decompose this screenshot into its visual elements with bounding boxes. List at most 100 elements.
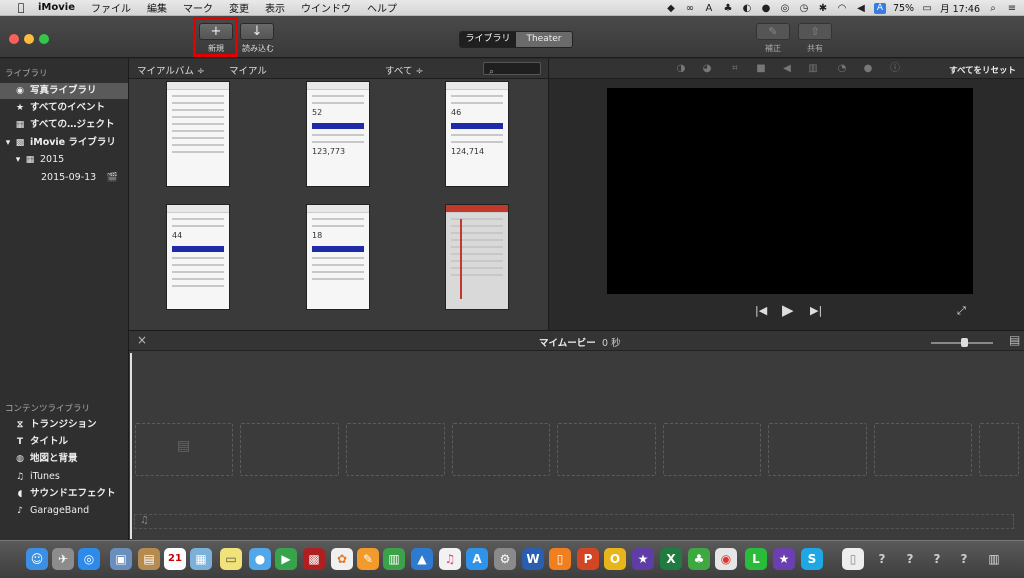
document-icon[interactable]: ▯: [842, 548, 864, 570]
trash-icon[interactable]: ▥: [983, 548, 1005, 570]
play-icon[interactable]: ▶: [782, 301, 794, 319]
tab-theater[interactable]: Theater: [516, 32, 572, 47]
sidebar-item-all-events[interactable]: ★ すべてのイベント: [0, 100, 128, 116]
sidebar-item-itunes[interactable]: ♫ iTunes: [0, 469, 128, 485]
stickies-icon[interactable]: ▭: [220, 548, 242, 570]
speed-icon[interactable]: ◔: [836, 63, 848, 75]
unknown-app-icon[interactable]: ?: [871, 548, 893, 570]
menu-file[interactable]: ファイル: [91, 0, 131, 15]
skip-back-icon[interactable]: |◀: [755, 304, 767, 317]
chrome-icon[interactable]: ◉: [715, 548, 737, 570]
stabilization-icon[interactable]: ■: [755, 63, 767, 75]
unknown-app-icon[interactable]: ?: [926, 548, 948, 570]
sidebar-item-imovie-library[interactable]: ▾ ▩ iMovie ライブラリ: [0, 135, 128, 151]
close-icon[interactable]: ×: [137, 333, 147, 347]
sidebar-item-event-2015-09-13[interactable]: 2015-09-13 🎬: [0, 170, 128, 186]
shield-icon[interactable]: ◐: [741, 3, 753, 14]
safari-icon[interactable]: ◎: [78, 548, 100, 570]
sidebar-item-2015[interactable]: ▾ ▦ 2015: [0, 152, 128, 168]
numbers-icon[interactable]: ▥: [383, 548, 405, 570]
pages-icon[interactable]: ✎: [357, 548, 379, 570]
skype-icon[interactable]: S: [801, 548, 823, 570]
sidebar-item-titles[interactable]: T タイトル: [0, 434, 128, 450]
photo-booth-icon[interactable]: ▩: [303, 548, 325, 570]
zoom-window-button[interactable]: [39, 34, 49, 44]
crop-icon[interactable]: ⌗: [729, 63, 741, 75]
spotlight-icon[interactable]: ⌕: [987, 3, 999, 14]
app-menu[interactable]: iMovie: [38, 2, 75, 13]
menu-help[interactable]: ヘルプ: [367, 0, 397, 15]
color-correction-icon[interactable]: ◕: [701, 63, 713, 75]
photo-thumbnail[interactable]: 18: [306, 204, 370, 310]
subalbum-label[interactable]: マイアル: [229, 63, 267, 77]
menu-modify[interactable]: 変更: [229, 0, 249, 15]
finder-icon[interactable]: ☺: [26, 548, 48, 570]
sidebar-item-maps-backgrounds[interactable]: ◍ 地図と背景: [0, 451, 128, 467]
photo-thumbnail[interactable]: 52 123,773: [306, 81, 370, 187]
photo-thumbnail[interactable]: [166, 81, 230, 187]
menu-edit[interactable]: 編集: [147, 0, 167, 15]
time-machine-icon[interactable]: ◷: [798, 3, 810, 14]
sidebar-item-garageband[interactable]: ♪ GarageBand: [0, 503, 128, 519]
new-button[interactable]: +: [199, 23, 233, 40]
search-input[interactable]: ⌕: [483, 62, 541, 77]
line-icon[interactable]: L: [745, 548, 767, 570]
itunes-icon[interactable]: ♫: [439, 548, 461, 570]
imovie-icon[interactable]: ★: [632, 548, 654, 570]
app-store-icon[interactable]: A: [466, 548, 488, 570]
photos-app-icon[interactable]: ✿: [331, 548, 353, 570]
iphoto-icon[interactable]: ▣: [110, 548, 132, 570]
vpn-icon[interactable]: ◎: [779, 3, 791, 14]
unknown-app-icon[interactable]: ?: [899, 548, 921, 570]
disclosure-triangle-icon[interactable]: ▾: [14, 152, 22, 168]
photo-thumbnail[interactable]: 46 124,714: [445, 81, 509, 187]
clock[interactable]: 月 17:46: [940, 1, 980, 15]
input-source-icon[interactable]: A: [873, 2, 886, 14]
menu-mark[interactable]: マーク: [183, 0, 213, 15]
sidebar-item-all-projects[interactable]: ▦ すべての…ジェクト: [0, 117, 128, 133]
ibooks-icon[interactable]: ▯: [549, 548, 571, 570]
menu-window[interactable]: ウインドウ: [301, 0, 351, 15]
launchpad-icon[interactable]: ✈: [52, 548, 74, 570]
apple-menu-icon[interactable]: : [10, 1, 32, 14]
sidebar-item-transitions[interactable]: ⧖ トランジション: [0, 417, 128, 433]
keynote-icon[interactable]: ▲: [411, 548, 433, 570]
filter-popup[interactable]: すべて ÷: [385, 63, 423, 77]
battery-icon[interactable]: ▭: [921, 3, 933, 14]
chat-icon[interactable]: ●: [760, 3, 772, 14]
noise-reduction-icon[interactable]: ▥: [807, 63, 819, 75]
unknown-app-icon[interactable]: ?: [953, 548, 975, 570]
zoom-slider-knob[interactable]: [961, 338, 968, 347]
filmstrip-settings-icon[interactable]: ▤: [1009, 333, 1020, 347]
album-popup[interactable]: マイアルバム ÷: [137, 63, 205, 77]
skip-forward-icon[interactable]: ▶|: [810, 304, 822, 317]
volume-icon[interactable]: ◀: [781, 63, 793, 75]
calendar-icon[interactable]: 21: [164, 548, 186, 570]
adjust-button[interactable]: ✎: [756, 23, 790, 40]
imovie-star-icon[interactable]: ★: [773, 548, 795, 570]
bluetooth-icon[interactable]: ✱: [817, 3, 829, 14]
word-icon[interactable]: W: [522, 548, 544, 570]
share-button[interactable]: ⇧: [798, 23, 832, 40]
fullscreen-icon[interactable]: ⤢: [957, 304, 966, 318]
creative-cloud-icon[interactable]: ∞: [684, 3, 696, 14]
info-icon[interactable]: ⓘ: [889, 63, 901, 75]
facetime-icon[interactable]: ▶: [275, 548, 297, 570]
dropbox-icon[interactable]: ◆: [665, 3, 677, 14]
sidebar-item-sound-effects[interactable]: ◖ サウンドエフェクト: [0, 486, 128, 502]
adobe-icon[interactable]: A: [703, 3, 715, 14]
minimize-window-button[interactable]: [24, 34, 34, 44]
color-balance-icon[interactable]: ◑: [675, 63, 687, 75]
zoom-slider[interactable]: [931, 338, 993, 347]
outlook-icon[interactable]: O: [604, 548, 626, 570]
disclosure-triangle-icon[interactable]: ▾: [4, 135, 12, 151]
photo-thumbnail[interactable]: [445, 204, 509, 310]
system-preferences-icon[interactable]: ⚙: [494, 548, 516, 570]
audio-lane[interactable]: ♫: [134, 514, 1014, 529]
playhead[interactable]: [130, 353, 132, 539]
tab-library[interactable]: ライブラリ: [460, 32, 516, 47]
evernote-icon[interactable]: ♣: [688, 548, 710, 570]
photo-thumbnail[interactable]: 44: [166, 204, 230, 310]
excel-icon[interactable]: X: [660, 548, 682, 570]
messages-icon[interactable]: ●: [249, 548, 271, 570]
